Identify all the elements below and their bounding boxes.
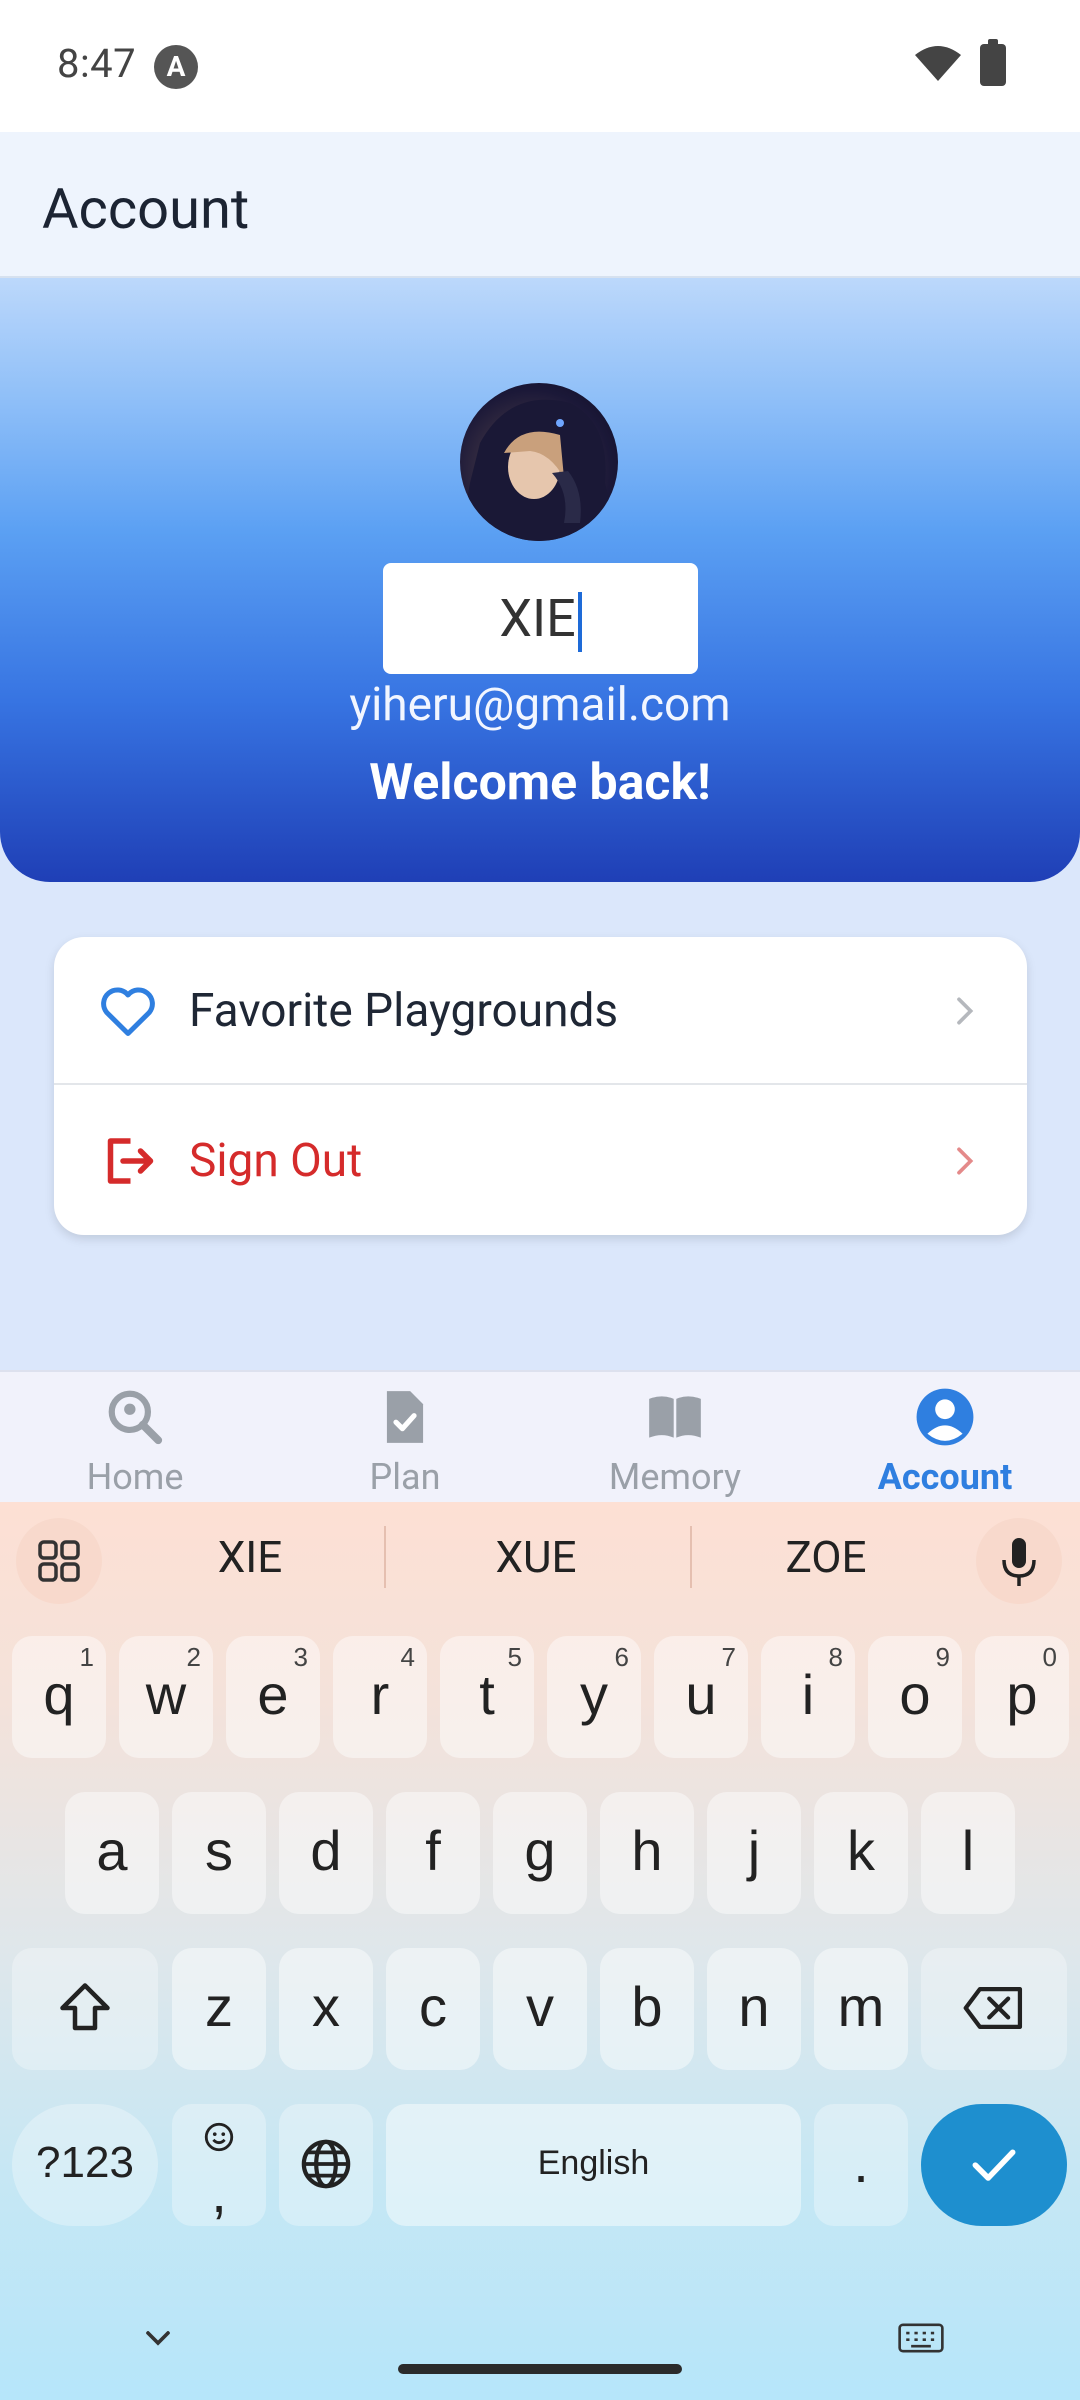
text-cursor — [577, 592, 582, 653]
suggestion-1[interactable]: XIE — [150, 1502, 350, 1612]
suggestion-divider — [384, 1526, 386, 1588]
page-title: Account — [42, 176, 250, 242]
hide-keyboard-icon[interactable] — [138, 2318, 178, 2358]
bottom-nav: Home Plan Memory Account — [0, 1370, 1080, 1502]
shift-key[interactable] — [12, 1948, 158, 2070]
heart-icon — [101, 987, 155, 1036]
key-y[interactable]: y6 — [547, 1636, 641, 1758]
key-v[interactable]: v — [493, 1948, 587, 2070]
backspace-key[interactable] — [921, 1948, 1067, 2070]
space-key[interactable]: English — [386, 2104, 801, 2226]
welcome-message: Welcome back! — [369, 754, 711, 812]
microphone-icon — [1002, 1538, 1036, 1586]
backspace-icon — [963, 1987, 1023, 2029]
nav-home-label: Home — [86, 1456, 184, 1498]
enter-key[interactable] — [921, 2104, 1067, 2226]
emoji-comma-key[interactable]: , — [172, 2104, 266, 2226]
chevron-right-icon — [957, 997, 974, 1025]
key-j[interactable]: j — [707, 1792, 801, 1914]
search-location-icon — [108, 1390, 163, 1445]
battery-icon — [980, 39, 1006, 86]
avatar[interactable] — [460, 383, 618, 541]
nav-home[interactable]: Home — [0, 1372, 270, 1504]
suggestion-2[interactable]: XUE — [436, 1502, 636, 1612]
key-g[interactable]: g — [493, 1792, 587, 1914]
sign-out-label: Sign Out — [189, 1134, 363, 1188]
key-r[interactable]: r4 — [333, 1636, 427, 1758]
key-k[interactable]: k — [814, 1792, 908, 1914]
key-u[interactable]: u7 — [654, 1636, 748, 1758]
wifi-icon — [915, 46, 961, 81]
key-f[interactable]: f — [386, 1792, 480, 1914]
shift-icon — [60, 1983, 110, 2031]
name-input-value: XIE — [499, 588, 576, 649]
suggestion-divider — [690, 1526, 692, 1588]
nav-account[interactable]: Account — [810, 1372, 1080, 1504]
book-icon — [649, 1396, 701, 1438]
nav-account-label: Account — [877, 1456, 1013, 1498]
key-s[interactable]: s — [172, 1792, 266, 1914]
favorite-playgrounds-item[interactable]: Favorite Playgrounds — [54, 937, 1027, 1085]
grid-icon — [38, 1540, 80, 1582]
notification-icon: A — [154, 45, 198, 89]
suggestion-3[interactable]: ZOE — [726, 1502, 926, 1612]
globe-icon — [301, 2139, 351, 2189]
key-o[interactable]: o9 — [868, 1636, 962, 1758]
keyboard-switch-icon[interactable] — [898, 2322, 944, 2354]
keyboard-apps-button[interactable] — [16, 1518, 102, 1604]
key-h[interactable]: h — [600, 1792, 694, 1914]
language-key[interactable] — [279, 2104, 373, 2226]
comma-label: , — [211, 2161, 227, 2224]
chevron-right-icon — [957, 1147, 974, 1175]
nav-plan-label: Plan — [369, 1456, 441, 1498]
file-check-icon — [386, 1391, 424, 1443]
avatar-image — [460, 399, 618, 541]
nav-memory[interactable]: Memory — [540, 1372, 810, 1504]
sign-out-item[interactable]: Sign Out — [54, 1087, 1027, 1235]
key-p[interactable]: p0 — [975, 1636, 1069, 1758]
key-x[interactable]: x — [279, 1948, 373, 2070]
key-m[interactable]: m — [814, 1948, 908, 2070]
key-q[interactable]: q1 — [12, 1636, 106, 1758]
account-menu-card: Favorite Playgrounds Sign Out — [54, 937, 1027, 1235]
user-email: yiheru@gmail.com — [349, 678, 731, 732]
status-time: 8:47 — [57, 40, 137, 87]
key-e[interactable]: e3 — [226, 1636, 320, 1758]
symbols-key[interactable]: ?123 — [12, 2104, 158, 2226]
key-i[interactable]: i8 — [761, 1636, 855, 1758]
key-d[interactable]: d — [279, 1792, 373, 1914]
nav-plan[interactable]: Plan — [270, 1372, 540, 1504]
logout-icon — [107, 1138, 154, 1184]
favorite-playgrounds-label: Favorite Playgrounds — [189, 984, 619, 1038]
nav-memory-label: Memory — [608, 1456, 742, 1498]
key-t[interactable]: t5 — [440, 1636, 534, 1758]
account-circle-icon — [916, 1388, 974, 1446]
check-icon — [972, 2149, 1016, 2181]
key-w[interactable]: w2 — [119, 1636, 213, 1758]
home-indicator[interactable] — [398, 2364, 682, 2374]
name-input[interactable]: XIE — [383, 563, 698, 674]
key-c[interactable]: c — [386, 1948, 480, 2070]
key-n[interactable]: n — [707, 1948, 801, 2070]
period-key[interactable]: . — [814, 2104, 908, 2226]
key-b[interactable]: b — [600, 1948, 694, 2070]
key-a[interactable]: a — [65, 1792, 159, 1914]
voice-input-button[interactable] — [976, 1518, 1062, 1604]
key-z[interactable]: z — [172, 1948, 266, 2070]
key-l[interactable]: l — [921, 1792, 1015, 1914]
